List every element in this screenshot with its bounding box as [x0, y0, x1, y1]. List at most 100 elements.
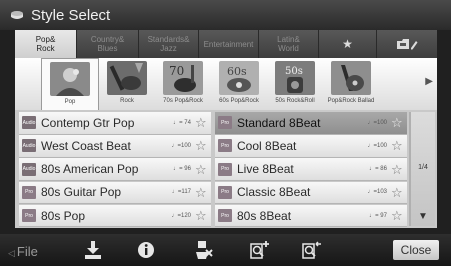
user-folder-edit-icon: [397, 39, 418, 50]
tab-latin-world[interactable]: Latin& World: [259, 30, 319, 58]
style-row-selected[interactable]: Pro Standard 8Beat ♩=100 ☆: [215, 112, 407, 135]
file-button[interactable]: ◁ File: [8, 244, 38, 259]
favorite-star-icon[interactable]: ☆: [391, 139, 404, 152]
pro-badge: Pro: [218, 116, 232, 130]
style-row[interactable]: Pro 80s 8Beat ♩= 97 ☆: [215, 204, 407, 228]
tab-label: Jazz: [160, 44, 177, 53]
subcategory-strip: Pop Rock 70 70s Pop&Rock 60s 60s Pop&Roc…: [15, 58, 437, 110]
tab-country-blues[interactable]: Country& Blues: [77, 30, 139, 58]
style-row[interactable]: Audio West Coast Beat ♩=100 ☆: [19, 135, 211, 158]
search-back-icon[interactable]: [301, 240, 323, 260]
subcategory-50s-rock-roll[interactable]: 50s 50s Rock&Roll: [267, 58, 323, 110]
bottom-bar: ◁ File: [0, 234, 451, 266]
subcategory-pop[interactable]: Pop: [41, 58, 99, 110]
style-row[interactable]: Pro Classic 8Beat ♩=103 ☆: [215, 181, 407, 205]
save-icon[interactable]: [84, 240, 102, 260]
style-column-left: Audio Contemp Gtr Pop ♩= 74 ☆ Audio West…: [19, 112, 211, 228]
favorite-star-icon[interactable]: ☆: [195, 116, 208, 129]
tab-pop-rock[interactable]: Pop& Rock: [15, 30, 77, 58]
style-row[interactable]: Pro Live 8Beat ♩= 86 ☆: [215, 158, 407, 181]
style-tempo: ♩= 74: [173, 119, 191, 126]
style-name: 80s 8Beat: [237, 208, 292, 223]
style-row[interactable]: Audio Contemp Gtr Pop ♩= 74 ☆: [19, 112, 211, 135]
category-tabs: Pop& Rock Country& Blues Standards& Jazz En…: [15, 30, 437, 58]
pro-badge: Pro: [218, 209, 232, 223]
style-row[interactable]: Pro 80s Pop ♩=120 ☆: [19, 204, 211, 228]
delete-icon[interactable]: [195, 240, 213, 260]
style-tempo: ♩= 86: [369, 166, 387, 173]
60s-thumbnail: 60s: [219, 61, 259, 95]
tab-user[interactable]: [377, 30, 437, 58]
style-name: Classic 8Beat: [237, 185, 311, 200]
subcategory-rock[interactable]: Rock: [99, 58, 155, 110]
favorite-star-icon[interactable]: ☆: [391, 209, 404, 222]
50s-thumbnail: 50s: [275, 61, 315, 95]
tab-entertainment[interactable]: Entertainment: [199, 30, 259, 58]
subcategory-next-icon[interactable]: ▶: [425, 76, 433, 87]
tab-label: Latin&: [277, 35, 300, 44]
page-scroll-column: 1/4 ▼: [411, 112, 435, 226]
tab-label: Entertainment: [203, 39, 254, 49]
svg-text:60s: 60s: [227, 65, 247, 78]
style-name: Contemp Gtr Pop: [41, 115, 135, 130]
70s-thumbnail: 70: [163, 61, 203, 95]
style-name: Cool 8Beat: [237, 138, 297, 153]
subcategory-pop-rock-ballad[interactable]: Pop&Rock Ballad: [323, 58, 379, 110]
style-name: 80s American Pop: [41, 162, 139, 177]
style-tempo: ♩=117: [171, 189, 191, 196]
favorite-star-icon[interactable]: ☆: [391, 116, 404, 129]
subcategory-label: Pop&Rock Ballad: [327, 98, 375, 104]
subcategory-70s-pop-rock[interactable]: 70 70s Pop&Rock: [155, 58, 211, 110]
pro-badge: Pro: [218, 185, 232, 199]
ballad-thumbnail: [331, 61, 371, 95]
rock-thumbnail: [107, 61, 147, 95]
subcategory-label: 70s Pop&Rock: [163, 98, 203, 104]
favorite-star-icon[interactable]: ☆: [195, 209, 208, 222]
tab-label: Pop&: [35, 35, 56, 44]
style-tempo: ♩=100: [367, 119, 387, 126]
back-arrow-icon: ◁: [8, 248, 15, 258]
audio-badge: Audio: [22, 116, 36, 130]
audio-badge: Audio: [22, 162, 36, 176]
title-bar: Style Select: [0, 0, 451, 30]
pro-badge: Pro: [218, 162, 232, 176]
subcategory-label: 60s Pop&Rock: [219, 98, 259, 104]
tab-standards-jazz[interactable]: Standards& Jazz: [139, 30, 199, 58]
tab-favorites[interactable]: ★: [319, 30, 377, 58]
tab-label: Country&: [90, 35, 125, 44]
style-tempo: ♩= 97: [369, 212, 387, 219]
subcategory-label: Rock: [120, 98, 134, 104]
pro-badge: Pro: [22, 185, 36, 199]
style-name: Live 8Beat: [237, 162, 294, 177]
style-tempo: ♩=103: [367, 189, 387, 196]
style-tempo: ♩=120: [171, 212, 191, 219]
search-add-icon[interactable]: [249, 240, 271, 260]
style-tempo: ♩=100: [367, 142, 387, 149]
favorite-star-icon[interactable]: ☆: [195, 163, 208, 176]
svg-text:50s: 50s: [285, 66, 303, 77]
info-icon[interactable]: [137, 240, 155, 260]
favorite-star-icon[interactable]: ☆: [391, 163, 404, 176]
tab-label: Standards&: [147, 35, 190, 44]
page-down-icon[interactable]: ▼: [411, 211, 435, 222]
subcategory-label: Pop: [64, 99, 76, 105]
style-name: 80s Pop: [41, 208, 86, 223]
favorite-star-icon[interactable]: ☆: [195, 139, 208, 152]
favorite-star-icon[interactable]: ☆: [391, 186, 404, 199]
style-row[interactable]: Pro Cool 8Beat ♩=100 ☆: [215, 135, 407, 158]
style-name: West Coast Beat: [41, 138, 131, 153]
window-title: Style Select: [31, 6, 111, 24]
style-name: 80s Guitar Pop: [41, 185, 122, 200]
style-row[interactable]: Audio 80s American Pop ♩= 96 ☆: [19, 158, 211, 181]
favorite-star-icon[interactable]: ☆: [195, 186, 208, 199]
pro-badge: Pro: [22, 209, 36, 223]
subcategory-60s-pop-rock[interactable]: 60s 60s Pop&Rock: [211, 58, 267, 110]
audio-badge: Audio: [22, 139, 36, 153]
tab-label: World: [278, 44, 299, 53]
pop-thumbnail: [50, 62, 90, 96]
style-tempo: ♩=100: [171, 142, 191, 149]
close-button[interactable]: Close: [393, 240, 439, 260]
style-name: Standard 8Beat: [237, 115, 321, 130]
style-row[interactable]: Pro 80s Guitar Pop ♩=117 ☆: [19, 181, 211, 205]
tab-label: Blues: [97, 44, 118, 53]
